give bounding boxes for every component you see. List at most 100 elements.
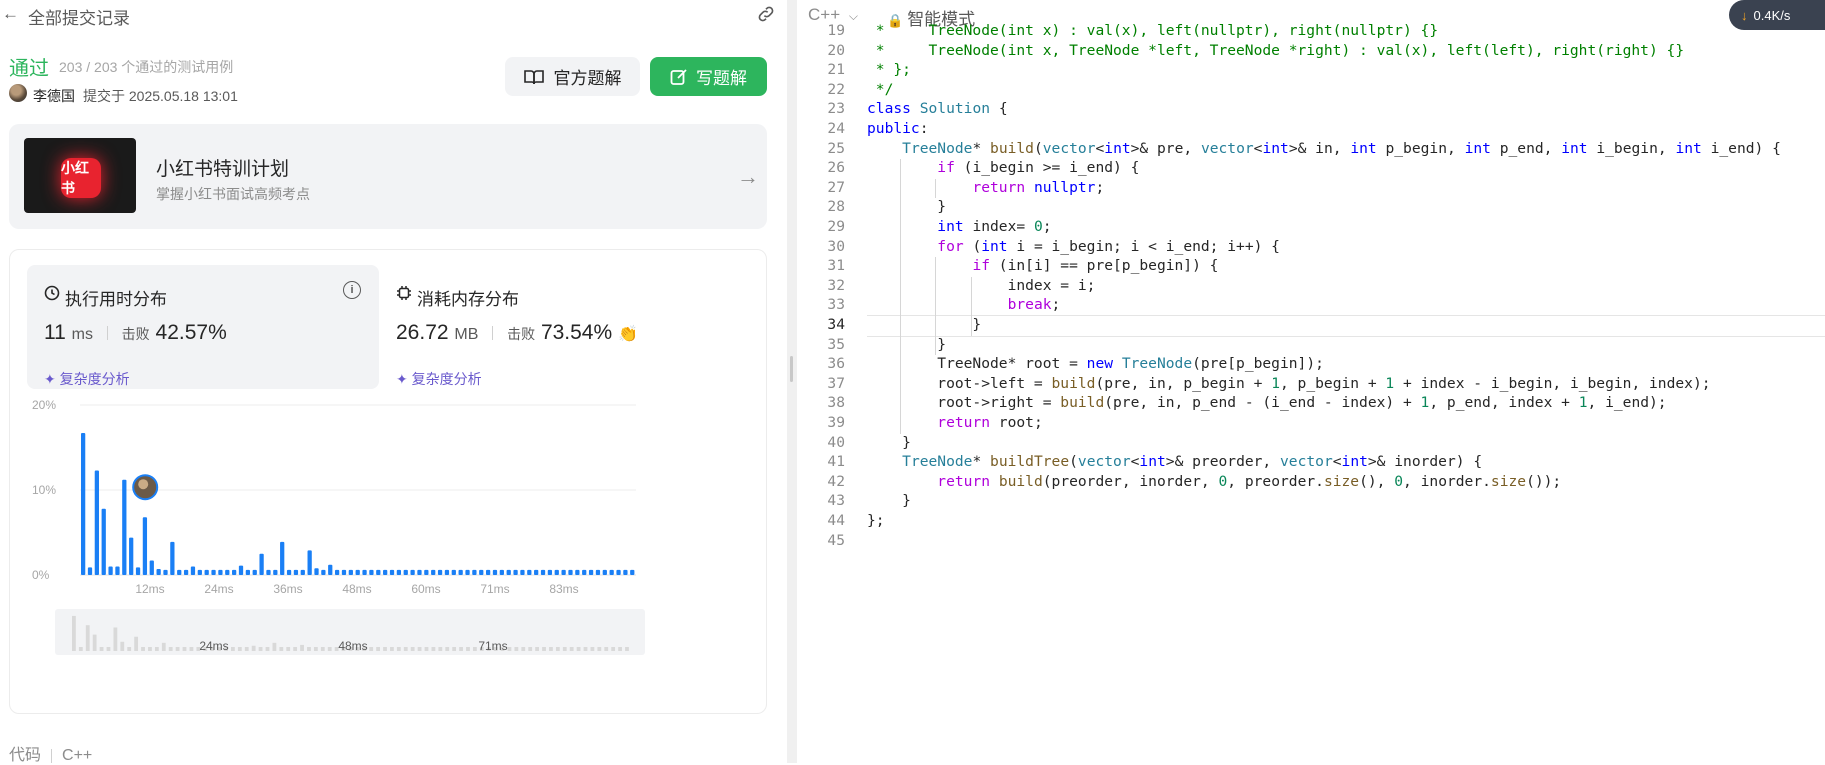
code-token: , preorder. <box>1227 472 1324 490</box>
code-line[interactable]: } <box>867 198 946 215</box>
code-line[interactable]: TreeNode* buildTree(vector<int>& preorde… <box>867 453 1482 470</box>
code-token: int <box>1464 139 1491 157</box>
code-token: Solution <box>919 100 991 118</box>
code-line[interactable]: }; <box>867 512 885 529</box>
code-token: , i_end); <box>1587 394 1667 412</box>
code-line[interactable]: TreeNode* root = new TreeNode(pre[p_begi… <box>867 355 1324 372</box>
back-title[interactable]: 全部提交记录 <box>28 4 130 29</box>
author-name[interactable]: 李德国 <box>33 86 75 106</box>
x-tick-label: 36ms <box>273 582 302 596</box>
runtime-distribution-chart[interactable]: 20% 10% 0% 12ms 24ms 36ms 48ms 60ms 71ms 83ms 24ms… <box>10 395 750 685</box>
promo-banner[interactable]: 小红书 小红书特训计划 掌握小红书面试高频考点 → <box>9 124 767 229</box>
write-solution-button[interactable]: 写题解 <box>650 57 767 96</box>
runtime-complexity-link[interactable]: ✦ 复杂度分析 <box>44 369 130 389</box>
navigator-bar <box>528 647 533 651</box>
code-token: 0 <box>1394 472 1404 490</box>
chart-bar <box>431 569 436 575</box>
code-token: >& pre, <box>1130 139 1201 157</box>
line-number: 43 <box>827 492 845 510</box>
panel-resize-divider[interactable] <box>787 0 797 763</box>
code-line[interactable]: * }; <box>867 61 911 78</box>
code-line[interactable]: } <box>867 434 911 451</box>
code-line[interactable]: TreeNode* build(vector<int>& pre, vector… <box>867 140 1781 157</box>
navigator-bar <box>417 647 422 651</box>
code-token: TreeNode <box>902 139 973 157</box>
code-token: * TreeNode(int x, TreeNode *left, TreeNo… <box>867 41 1685 59</box>
navigator-bar <box>175 647 180 651</box>
memory-complexity-link[interactable]: ✦ 复杂度分析 <box>396 369 482 389</box>
navigator-bar <box>293 647 298 651</box>
code-line[interactable]: * TreeNode(int x, TreeNode *left, TreeNo… <box>867 42 1684 59</box>
navigator-bar <box>141 647 145 651</box>
sparkle-icon: ✦ <box>44 371 56 387</box>
navigator-bar <box>307 647 311 651</box>
code-token: int <box>981 237 1008 255</box>
chart-bar <box>389 569 395 575</box>
code-line[interactable]: root->right = build(pre, in, p_end - (i_… <box>867 394 1667 412</box>
code-token: int <box>1139 453 1166 471</box>
chip-icon <box>397 286 411 300</box>
code-line[interactable]: if (in[i] == pre[p_begin]) { <box>867 257 1218 274</box>
code-line[interactable]: for (int i = i_begin; i < i_end; i++) { <box>867 238 1280 255</box>
code-line[interactable]: public: <box>867 120 929 137</box>
code-label: 代码 <box>9 747 42 764</box>
arrow-right-icon[interactable]: → <box>737 164 759 190</box>
code-token: break <box>1007 296 1052 314</box>
chart-bar <box>204 569 209 575</box>
chart-bar <box>135 567 141 575</box>
line-number: 28 <box>827 198 845 216</box>
code-token: int <box>1675 139 1702 157</box>
link-icon[interactable] <box>755 4 777 24</box>
line-number: 42 <box>827 472 845 490</box>
code-line[interactable]: index = i; <box>867 277 1096 294</box>
code-line[interactable]: return nullptr; <box>867 179 1104 196</box>
code-line[interactable]: class Solution { <box>867 100 1008 117</box>
runtime-stat-box[interactable]: 执行用时分布 i 11 ms 击败 42.57% ✦ 复杂度分析 <box>27 265 379 389</box>
chart-bar <box>232 569 237 575</box>
indent-guide <box>900 159 902 434</box>
code-language-label: C++ <box>62 747 93 764</box>
memory-stat-box[interactable]: 消耗内存分布 26.72 MB 击败 73.54% 👏 ✦ 复杂度分析 <box>396 265 748 389</box>
chart-bar <box>87 567 93 575</box>
info-icon[interactable]: i <box>343 281 361 299</box>
complexity-label: 复杂度分析 <box>411 371 482 387</box>
code-line[interactable]: * TreeNode(int x) : val(x), left(nullptr… <box>867 22 1438 39</box>
code-line[interactable]: return build(preorder, inorder, 0, preor… <box>867 473 1561 490</box>
official-solution-button[interactable]: 官方题解 <box>505 57 640 96</box>
memory-value-row: 26.72 MB 击败 73.54% 👏 <box>396 321 638 345</box>
code-line[interactable]: root->left = build(pre, in, p_begin + 1,… <box>867 375 1710 392</box>
code-line[interactable]: return root; <box>867 414 1042 431</box>
chart-bar <box>300 569 305 575</box>
code-token: } <box>867 316 982 333</box>
code-line[interactable]: if (i_begin >= i_end) { <box>867 159 1139 176</box>
chart-bar <box>321 569 326 575</box>
code-line[interactable]: break; <box>867 296 1061 314</box>
code-token: class <box>867 100 911 118</box>
back-arrow-icon[interactable]: ← <box>2 4 19 24</box>
chart-bar <box>527 569 532 575</box>
code-token: vector <box>1280 453 1333 471</box>
chart-bar <box>582 569 587 575</box>
line-number: 32 <box>827 276 845 294</box>
avatar[interactable] <box>9 84 27 102</box>
line-number: 31 <box>827 257 845 275</box>
chart-bar <box>280 541 285 575</box>
chart-bar <box>341 569 347 575</box>
navigator-bar <box>313 647 318 651</box>
code-line[interactable]: } <box>867 492 911 509</box>
code-line[interactable]: } <box>867 336 946 353</box>
chart-bar <box>534 569 539 575</box>
clock-icon <box>44 285 60 301</box>
navigator-tick-label: 71ms <box>478 639 507 653</box>
code-line[interactable]: } <box>867 316 981 333</box>
code-token: if <box>937 159 955 177</box>
code-line[interactable]: */ <box>867 81 894 98</box>
chart-bar <box>403 569 408 575</box>
navigator-bar <box>618 647 622 651</box>
code-token: vector <box>1042 139 1096 157</box>
code-line[interactable]: int index= 0; <box>867 218 1051 235</box>
